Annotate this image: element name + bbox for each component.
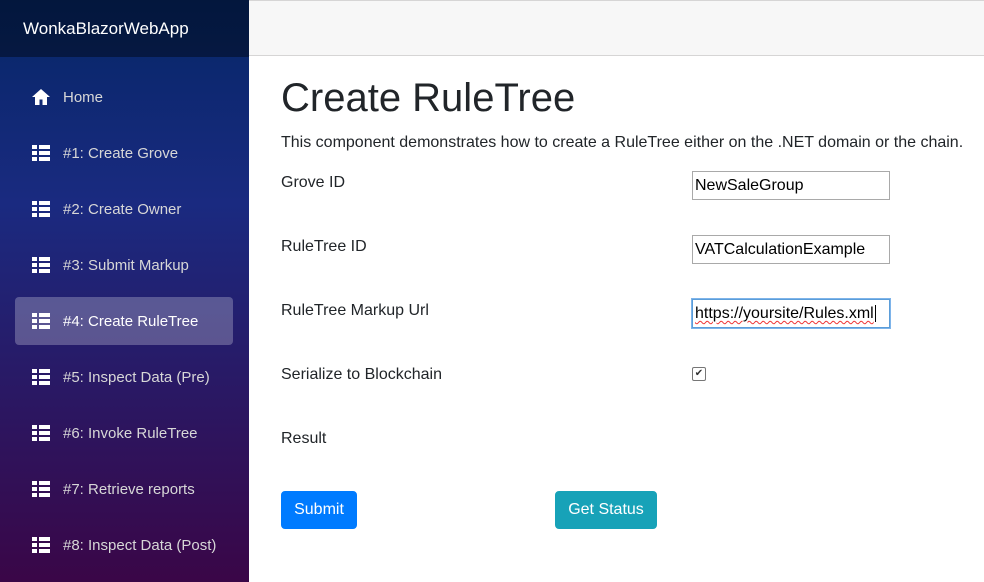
submit-button[interactable]: Submit [281, 491, 357, 529]
list-icon [32, 369, 50, 385]
sidebar-item-inspect-data-post[interactable]: #8: Inspect Data (Post) [15, 521, 233, 569]
sidebar-item-invoke-ruletree[interactable]: #6: Invoke RuleTree [15, 409, 233, 457]
sidebar: WonkaBlazorWebApp Home #1: Create Grove … [0, 0, 249, 582]
grove-id-input[interactable] [692, 171, 890, 200]
list-icon [32, 145, 50, 161]
list-icon [32, 257, 50, 273]
list-icon [32, 313, 50, 329]
list-icon [32, 201, 50, 217]
sidebar-item-label: Home [63, 88, 104, 106]
sidebar-item-home[interactable]: Home [15, 73, 233, 121]
sidebar-item-inspect-data-pre[interactable]: #5: Inspect Data (Pre) [15, 353, 233, 401]
markup-url-value: https://yoursite/Rules.xml [695, 305, 874, 322]
sidebar-item-label: #1: Create Grove [63, 144, 179, 162]
sidebar-item-retrieve-reports[interactable]: #7: Retrieve reports [15, 465, 233, 513]
page-title: Create RuleTree [281, 76, 576, 120]
serialize-label: Serialize to Blockchain [281, 366, 442, 383]
sidebar-item-create-ruletree[interactable]: #4: Create RuleTree [15, 297, 233, 345]
app-title[interactable]: WonkaBlazorWebApp [0, 0, 249, 57]
sidebar-item-create-grove[interactable]: #1: Create Grove [15, 129, 233, 177]
sidebar-item-label: #3: Submit Markup [63, 256, 189, 274]
list-icon [32, 537, 50, 553]
sidebar-item-label: #2: Create Owner [63, 200, 182, 218]
result-label: Result [281, 430, 327, 447]
sidebar-item-create-owner[interactable]: #2: Create Owner [15, 185, 233, 233]
top-bar [249, 0, 984, 56]
ruletree-id-label: RuleTree ID [281, 238, 367, 255]
get-status-button[interactable]: Get Status [555, 491, 657, 529]
markup-url-input[interactable]: https://yoursite/Rules.xml [692, 299, 890, 328]
markup-url-label: RuleTree Markup Url [281, 302, 429, 319]
page-description: This component demonstrates how to creat… [281, 134, 964, 151]
sidebar-item-label: #4: Create RuleTree [63, 312, 199, 330]
home-icon [32, 89, 50, 105]
list-icon [32, 481, 50, 497]
sidebar-item-label: #8: Inspect Data (Post) [63, 536, 217, 554]
list-icon [32, 425, 50, 441]
ruletree-id-input[interactable] [692, 235, 890, 264]
grove-id-label: Grove ID [281, 174, 346, 191]
sidebar-item-submit-markup[interactable]: #3: Submit Markup [15, 241, 233, 289]
serialize-checkbox[interactable]: ✔ [692, 367, 706, 381]
sidebar-item-label: #6: Invoke RuleTree [63, 424, 198, 442]
sidebar-item-label: #5: Inspect Data (Pre) [63, 368, 210, 386]
sidebar-item-label: #7: Retrieve reports [63, 480, 195, 498]
